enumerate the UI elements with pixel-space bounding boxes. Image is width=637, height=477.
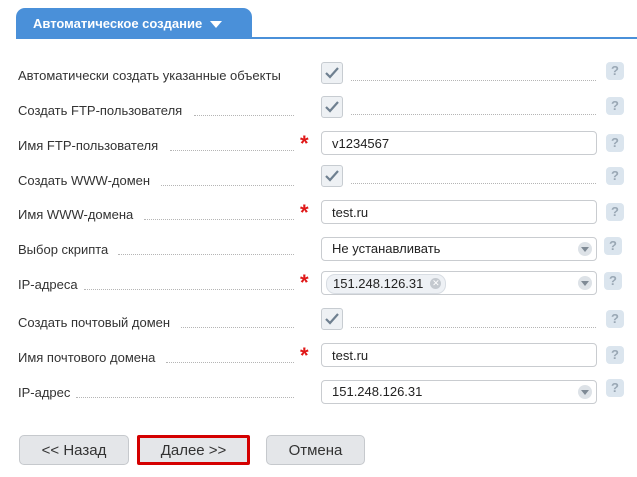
leader-dots <box>161 185 294 186</box>
help-icon[interactable]: ? <box>606 62 624 80</box>
required-mark: * <box>300 343 309 368</box>
required-mark: * <box>300 200 309 225</box>
tab-underline <box>16 37 637 39</box>
auto-create-label: Автоматически создать указанные объекты <box>18 68 281 83</box>
create-ftp-user-label: Создать FTP-пользователя <box>18 103 183 118</box>
required-mark: * <box>300 270 309 295</box>
create-mail-domain-checkbox[interactable] <box>321 308 343 330</box>
www-domain-name-label: Имя WWW-домена <box>18 207 134 222</box>
help-icon[interactable]: ? <box>604 237 622 255</box>
help-icon[interactable]: ? <box>606 97 624 115</box>
ip-addresses-label: IP-адреса <box>18 277 78 292</box>
row-script-select: Выбор скрипта Не устанавливать ? <box>0 234 637 264</box>
ftp-user-name-label: Имя FTP-пользователя <box>18 138 159 153</box>
help-icon[interactable]: ? <box>606 167 624 185</box>
leader-dots <box>194 115 294 116</box>
help-icon[interactable]: ? <box>606 310 624 328</box>
check-icon <box>325 313 339 325</box>
www-domain-name-input[interactable] <box>321 200 597 224</box>
tab-auto-create[interactable]: Автоматическое создание <box>16 8 252 38</box>
next-button[interactable]: Далее >> <box>137 435 250 465</box>
mail-domain-name-input[interactable] <box>321 343 597 367</box>
row-auto-create: Автоматически создать указанные объекты … <box>0 60 637 90</box>
leader-dots <box>76 397 294 398</box>
chevron-down-icon <box>578 276 592 290</box>
script-select-label: Выбор скрипта <box>18 242 109 257</box>
ip-addresses-select[interactable]: 151.248.126.31 ✕ <box>321 271 597 295</box>
ip-address-label: IP-адрес <box>18 385 71 400</box>
script-select-value: Не устанавливать <box>332 241 441 256</box>
help-icon[interactable]: ? <box>606 134 624 152</box>
row-ftp-user-name: Имя FTP-пользователя * ? <box>0 130 637 160</box>
row-create-mail-domain: Создать почтовый домен ? <box>0 308 637 338</box>
ftp-user-name-input[interactable] <box>321 131 597 155</box>
remove-icon[interactable]: ✕ <box>430 278 442 289</box>
create-mail-domain-label: Создать почтовый домен <box>18 315 171 330</box>
check-icon <box>325 170 339 182</box>
row-ip-addresses: IP-адреса * 151.248.126.31 ✕ ? <box>0 268 637 298</box>
ip-address-value: 151.248.126.31 <box>332 384 423 399</box>
help-icon[interactable]: ? <box>606 346 624 364</box>
leader-dots <box>351 183 596 184</box>
help-icon[interactable]: ? <box>604 272 622 290</box>
row-create-www-domain: Создать WWW-домен ? <box>0 165 637 195</box>
row-mail-domain-name: Имя почтового домена * ? <box>0 342 637 372</box>
leader-dots <box>170 150 294 151</box>
leader-dots <box>144 219 294 220</box>
row-create-ftp-user: Создать FTP-пользователя ? <box>0 95 637 125</box>
help-icon[interactable]: ? <box>606 203 624 221</box>
create-www-domain-checkbox[interactable] <box>321 165 343 187</box>
ip-address-select[interactable]: 151.248.126.31 <box>321 380 597 404</box>
leader-dots <box>181 327 294 328</box>
chevron-down-icon <box>578 242 592 256</box>
row-ip-address: IP-адрес 151.248.126.31 ? <box>0 377 637 407</box>
check-icon <box>325 67 339 79</box>
chevron-down-icon <box>210 20 223 28</box>
ip-chip: 151.248.126.31 ✕ <box>326 274 447 294</box>
leader-dots <box>166 362 294 363</box>
chevron-down-icon <box>578 385 592 399</box>
required-mark: * <box>300 131 309 156</box>
back-button[interactable]: << Назад <box>19 435 129 465</box>
leader-dots <box>351 80 596 81</box>
ip-chip-label: 151.248.126.31 <box>333 276 424 291</box>
check-icon <box>325 101 339 113</box>
row-www-domain-name: Имя WWW-домена * ? <box>0 199 637 229</box>
script-select[interactable]: Не устанавливать <box>321 237 597 261</box>
leader-dots <box>351 114 596 115</box>
mail-domain-name-label: Имя почтового домена <box>18 350 156 365</box>
auto-create-checkbox[interactable] <box>321 62 343 84</box>
leader-dots <box>351 327 596 328</box>
leader-dots <box>84 289 294 290</box>
create-www-domain-label: Создать WWW-домен <box>18 173 151 188</box>
tab-label: Автоматическое создание <box>33 15 203 31</box>
create-ftp-user-checkbox[interactable] <box>321 96 343 118</box>
cancel-button[interactable]: Отмена <box>266 435 365 465</box>
leader-dots <box>118 254 294 255</box>
help-icon[interactable]: ? <box>606 379 624 397</box>
